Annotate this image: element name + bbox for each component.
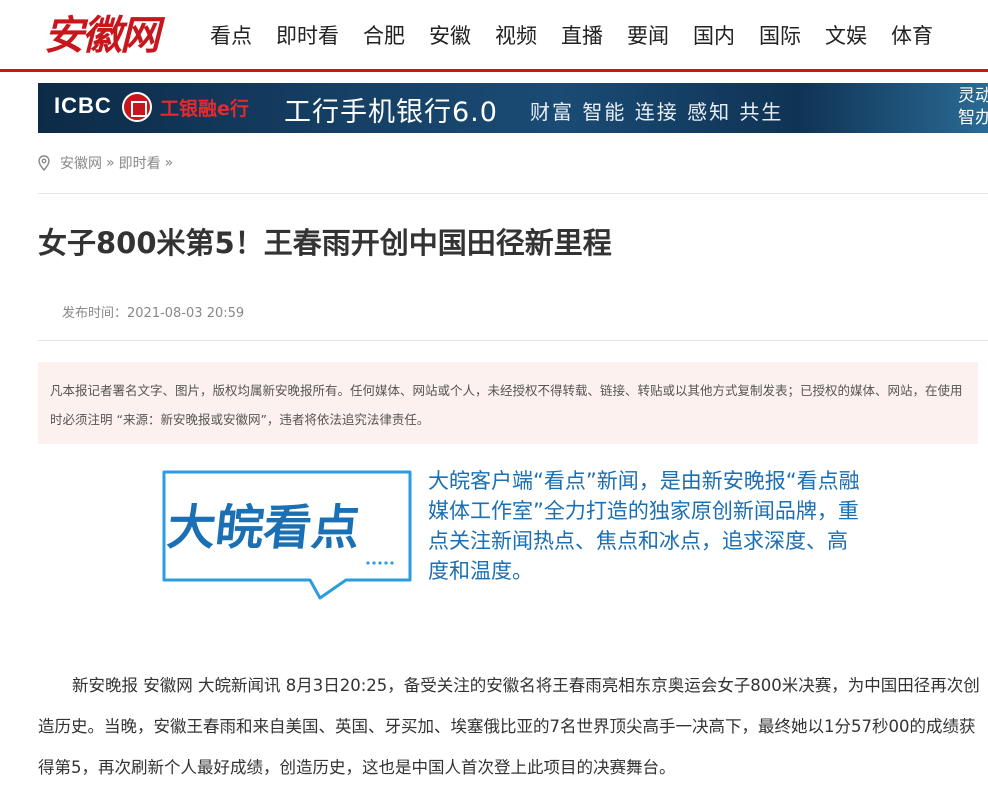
site-logo[interactable]: 安徽网: [44, 8, 166, 64]
article-paragraph: 新安晚报 安徽网 大皖新闻讯 8月3日20:25，备受关注的安徽名将王春雨亮相东…: [38, 676, 980, 777]
breadcrumb-separator: »: [164, 155, 174, 171]
publish-time-value: 2021-08-03 20:59: [127, 306, 245, 321]
nav-item-live[interactable]: 直播: [561, 18, 603, 54]
article-title: 女子800米第5！王春雨开创中国田径新里程: [38, 226, 612, 260]
nav-item-entertainment[interactable]: 文娱: [825, 18, 867, 54]
banner-ad[interactable]: ICBC 工银融e行 工行手机银行6.0 财富 智能 连接 感知 共生 灵动 智…: [38, 83, 988, 133]
icbc-logo-icon: [122, 92, 152, 122]
publish-time: 发布时间：2021-08-03 20:59: [62, 302, 244, 321]
banner-brand: ICBC: [54, 93, 112, 118]
nav-item-domestic[interactable]: 国内: [693, 18, 735, 54]
nav-item-anhui[interactable]: 安徽: [429, 18, 471, 54]
logo-text: 安徽网: [44, 12, 160, 59]
nav-item-video[interactable]: 视频: [495, 18, 537, 54]
banner-right-text: 灵动 智办: [958, 86, 988, 128]
nav-item-hefei[interactable]: 合肥: [363, 18, 405, 54]
banner-slogan: 财富 智能 连接 感知 共生: [530, 100, 784, 124]
nav-item-news[interactable]: 要闻: [627, 18, 669, 54]
breadcrumb-separator: »: [106, 155, 115, 171]
divider: [38, 340, 988, 341]
banner-main-text: 工行手机银行6.0: [284, 97, 498, 128]
nav-item-sports[interactable]: 体育: [891, 18, 933, 54]
breadcrumb-home[interactable]: 安徽网: [60, 153, 102, 173]
promo-description: 大皖客户端“看点”新闻，是由新安晚报“看点融媒体工作室”全力打造的独家原创新闻品…: [428, 469, 860, 583]
breadcrumb-section[interactable]: 即时看: [119, 153, 161, 173]
breadcrumb: 安徽网 » 即时看 »: [38, 152, 177, 174]
main-nav: 看点 即时看 合肥 安徽 视频 直播 要闻 国内 国际 文娱 体育: [210, 18, 957, 54]
nav-item-kandian[interactable]: 看点: [210, 18, 252, 54]
location-pin-icon: [38, 155, 50, 171]
nav-item-international[interactable]: 国际: [759, 18, 801, 54]
publish-time-label: 发布时间：: [62, 306, 128, 321]
banner-bank-name: 工银融e行: [160, 98, 249, 120]
header-divider: [0, 69, 988, 72]
copyright-notice: 凡本报记者署名文字、图片，版权均属新安晚报所有。任何媒体、网站或个人，未经授权不…: [38, 362, 978, 444]
nav-item-jishikan[interactable]: 即时看: [276, 18, 339, 54]
promo-logo-text: 大皖看点: [165, 500, 363, 556]
divider: [38, 193, 988, 194]
dawan-kandian-logo[interactable]: 大皖看点: [160, 468, 416, 602]
site-header: 安徽网 看点 即时看 合肥 安徽 视频 直播 要闻 国内 国际 文娱 体育: [0, 0, 988, 72]
promo-block: 大皖看点 大皖客户端“看点”新闻，是由新安晚报“看点融媒体工作室”全力打造的独家…: [160, 466, 860, 606]
